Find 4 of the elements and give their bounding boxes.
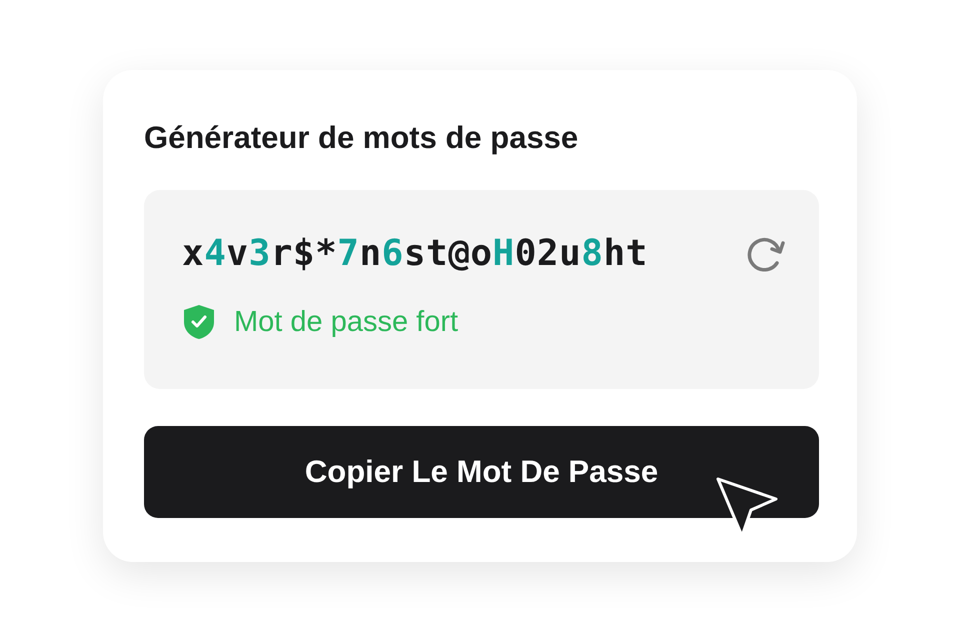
strength-label: Mot de passe fort: [234, 306, 458, 338]
password-text: x4v3 r$*7n6st@oH02u8ht: [182, 232, 648, 276]
card-title: Générateur de mots de passe: [144, 120, 580, 156]
shield-check-icon: [182, 304, 216, 340]
